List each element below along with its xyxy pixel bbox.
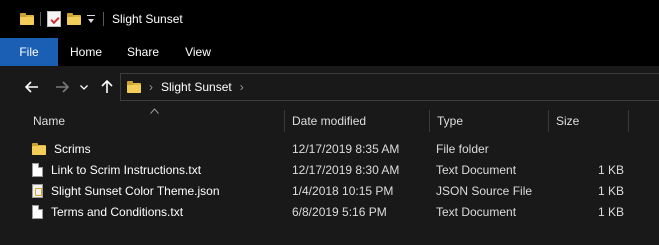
file-date: 6/8/2019 5:16 PM bbox=[292, 204, 387, 219]
file-name: Link to Scrim Instructions.txt bbox=[51, 162, 202, 177]
folder-icon bbox=[127, 81, 141, 93]
new-folder-icon[interactable] bbox=[67, 13, 81, 25]
file-size bbox=[550, 138, 624, 159]
list-item[interactable]: Terms and Conditions.txt 6/8/2019 5:16 P… bbox=[0, 201, 659, 222]
file-date: 12/17/2019 8:30 AM bbox=[292, 162, 400, 177]
tab-home[interactable]: Home bbox=[58, 38, 114, 66]
column-divider[interactable] bbox=[628, 110, 629, 132]
list-item[interactable]: Link to Scrim Instructions.txt 12/17/201… bbox=[0, 159, 659, 180]
window-title: Slight Sunset bbox=[112, 12, 183, 26]
quick-access-separator bbox=[40, 12, 41, 26]
file-type: File folder bbox=[436, 141, 489, 156]
file-date: 12/17/2019 8:35 AM bbox=[292, 141, 400, 156]
folder-icon bbox=[20, 13, 34, 25]
back-button[interactable] bbox=[20, 75, 44, 99]
file-name-cell: Scrims bbox=[32, 138, 91, 159]
file-name-cell: Slight Sunset Color Theme.json bbox=[32, 180, 220, 201]
file-explorer-window: Slight Sunset File Home Share View › Sli… bbox=[0, 0, 659, 245]
tab-share[interactable]: Share bbox=[114, 38, 172, 66]
list-item[interactable]: Slight Sunset Color Theme.json 1/4/2018 … bbox=[0, 180, 659, 201]
forward-button[interactable] bbox=[50, 75, 74, 99]
list-item[interactable]: Scrims 12/17/2019 8:35 AM File folder bbox=[0, 138, 659, 159]
file-size: 1 KB bbox=[597, 183, 624, 198]
text-file-icon bbox=[32, 204, 43, 219]
folder-icon bbox=[32, 142, 46, 155]
text-file-icon bbox=[32, 162, 43, 177]
column-header-type[interactable]: Type bbox=[437, 108, 463, 134]
column-header-size[interactable]: Size bbox=[556, 108, 579, 134]
column-divider[interactable] bbox=[548, 110, 549, 132]
tab-file[interactable]: File bbox=[0, 38, 58, 66]
column-header-name[interactable]: Name bbox=[33, 108, 65, 134]
customize-dropdown-icon[interactable] bbox=[85, 12, 97, 26]
json-file-icon bbox=[32, 183, 43, 198]
title-bar: Slight Sunset bbox=[0, 0, 659, 38]
file-name-cell: Terms and Conditions.txt bbox=[32, 201, 183, 222]
breadcrumb-slight-sunset[interactable]: Slight Sunset bbox=[161, 80, 232, 94]
file-name: Scrims bbox=[54, 141, 91, 156]
file-type: JSON Source File bbox=[436, 183, 533, 198]
file-size: 1 KB bbox=[597, 162, 624, 177]
chevron-right-icon[interactable]: › bbox=[240, 80, 244, 94]
file-size: 1 KB bbox=[597, 204, 624, 219]
sort-ascending-icon bbox=[150, 108, 159, 114]
column-divider[interactable] bbox=[284, 110, 285, 132]
recent-locations-button[interactable] bbox=[76, 75, 92, 99]
file-list: Scrims 12/17/2019 8:35 AM File folder Li… bbox=[0, 138, 659, 222]
file-name: Slight Sunset Color Theme.json bbox=[51, 183, 220, 198]
file-type: Text Document bbox=[436, 162, 517, 177]
back-arrow-icon bbox=[25, 81, 38, 93]
column-headers: Name Date modified Type Size bbox=[0, 108, 659, 134]
up-button[interactable] bbox=[95, 75, 119, 99]
ribbon-tabs: File Home Share View bbox=[0, 38, 659, 66]
file-name-cell: Link to Scrim Instructions.txt bbox=[32, 159, 201, 180]
properties-icon[interactable] bbox=[47, 11, 61, 27]
title-separator bbox=[103, 12, 104, 26]
file-name: Terms and Conditions.txt bbox=[51, 204, 184, 219]
forward-arrow-icon bbox=[56, 81, 69, 93]
file-date: 1/4/2018 10:15 PM bbox=[292, 183, 394, 198]
navigation-bar: › Slight Sunset › bbox=[0, 66, 659, 108]
column-header-date-modified[interactable]: Date modified bbox=[292, 108, 366, 134]
address-bar[interactable]: › Slight Sunset › bbox=[120, 73, 659, 101]
file-type: Text Document bbox=[436, 204, 517, 219]
tab-view[interactable]: View bbox=[172, 38, 224, 66]
column-divider[interactable] bbox=[429, 110, 430, 132]
chevron-down-icon bbox=[80, 84, 88, 90]
up-arrow-icon bbox=[101, 80, 113, 93]
chevron-right-icon[interactable]: › bbox=[149, 80, 153, 94]
